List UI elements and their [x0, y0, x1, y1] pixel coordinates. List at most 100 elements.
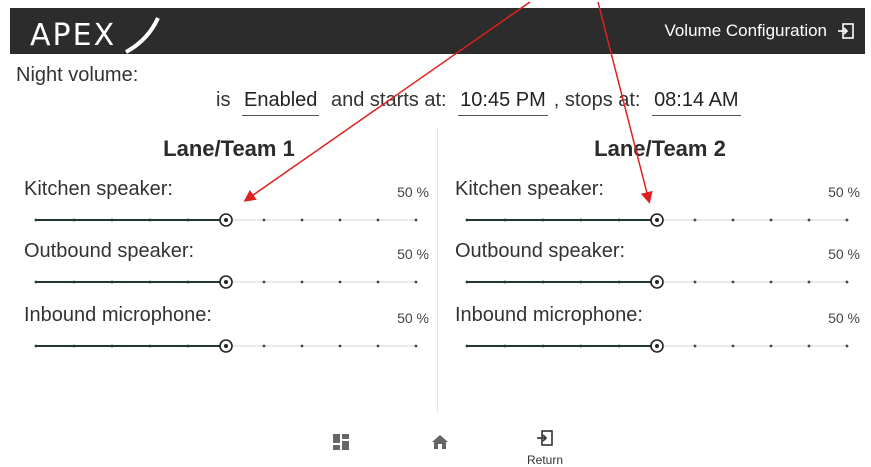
volume-percent: 50 %	[828, 246, 860, 262]
slider-tick	[186, 344, 190, 348]
slider-tick	[617, 218, 621, 222]
slider-tick	[541, 344, 545, 348]
slider-tick	[72, 218, 76, 222]
slider-tick	[769, 218, 773, 222]
stop-time-field[interactable]: 08:14 AM	[652, 89, 741, 116]
slider-tick	[541, 280, 545, 284]
slider-tick	[769, 280, 773, 284]
slider-tick	[845, 280, 849, 284]
logo-text: APEX	[30, 18, 116, 53]
night-volume-state-select[interactable]: Enabled	[242, 89, 320, 116]
lane-title: Lane/Team 2	[594, 136, 726, 161]
slider-tick	[338, 344, 342, 348]
slider-tick	[845, 218, 849, 222]
home-icon[interactable]	[431, 433, 449, 456]
slider-tick	[338, 218, 342, 222]
slider-tick	[376, 218, 380, 222]
slider-tick	[414, 280, 418, 284]
slider-tick	[465, 280, 469, 284]
slider-thumb-center	[224, 344, 228, 348]
volume-slider[interactable]	[32, 212, 420, 228]
slider-tick	[262, 280, 266, 284]
starts-at-label: and starts at:	[330, 89, 447, 111]
slider-thumb-center	[224, 218, 228, 222]
stops-at-label: , stops at:	[553, 89, 641, 111]
slider-tick	[807, 344, 811, 348]
inbound-microphone-control: Inbound microphone: 50 %	[24, 304, 429, 364]
start-time-field[interactable]: 10:45 PM	[458, 89, 548, 116]
slider-tick	[34, 280, 38, 284]
slider-tick	[503, 218, 507, 222]
slider-tick	[110, 344, 114, 348]
slider-tick	[693, 344, 697, 348]
control-label: Inbound microphone:	[24, 304, 212, 326]
volume-percent: 50 %	[397, 184, 429, 200]
control-label: Outbound speaker:	[455, 240, 626, 262]
slider-thumb-center	[655, 280, 659, 284]
slider-tick	[414, 344, 418, 348]
page-title: Volume Configuration	[664, 21, 827, 40]
slider-tick	[693, 218, 697, 222]
slider-tick	[72, 280, 76, 284]
slider-tick	[148, 218, 152, 222]
inbound-microphone-control: Inbound microphone: 50 %	[455, 304, 860, 364]
volume-slider[interactable]	[463, 274, 851, 290]
control-label: Kitchen speaker:	[24, 178, 173, 200]
night-volume-settings: is Enabled and starts at: 10:45 PM, stop…	[216, 89, 747, 116]
volume-percent: 50 %	[397, 246, 429, 262]
slider-tick	[465, 218, 469, 222]
slider-tick	[300, 280, 304, 284]
slider-tick	[503, 344, 507, 348]
slider-tick	[262, 344, 266, 348]
slider-tick	[807, 280, 811, 284]
slider-tick	[845, 344, 849, 348]
slider-tick	[376, 280, 380, 284]
return-button[interactable]: Return	[520, 429, 570, 467]
logout-icon[interactable]	[837, 22, 855, 40]
slider-tick	[186, 218, 190, 222]
volume-slider[interactable]	[463, 212, 851, 228]
slider-tick	[807, 218, 811, 222]
dashboard-icon[interactable]	[332, 433, 350, 456]
night-volume-prefix: is	[216, 89, 231, 111]
slider-tick	[300, 218, 304, 222]
control-label: Kitchen speaker:	[455, 178, 604, 200]
slider-tick	[731, 218, 735, 222]
outbound-speaker-control: Outbound speaker: 50 %	[455, 240, 860, 300]
slider-thumb-center	[655, 218, 659, 222]
slider-tick	[110, 280, 114, 284]
slider-tick	[579, 280, 583, 284]
slider-tick	[579, 218, 583, 222]
slider-tick	[414, 218, 418, 222]
slider-tick	[34, 218, 38, 222]
slider-tick	[110, 218, 114, 222]
control-label: Inbound microphone:	[455, 304, 643, 326]
slider-tick	[376, 344, 380, 348]
slider-tick	[148, 344, 152, 348]
volume-percent: 50 %	[828, 310, 860, 326]
slider-tick	[338, 280, 342, 284]
return-icon	[536, 430, 554, 451]
app-header: APEX Volume Configuration	[10, 8, 865, 54]
night-volume-label: Night volume:	[16, 64, 139, 86]
slider-thumb-center	[655, 344, 659, 348]
volume-slider[interactable]	[32, 274, 420, 290]
slider-tick	[731, 280, 735, 284]
slider-tick	[465, 344, 469, 348]
slider-thumb-center	[224, 280, 228, 284]
slider-tick	[503, 280, 507, 284]
volume-slider[interactable]	[32, 338, 420, 354]
slider-tick	[148, 280, 152, 284]
slider-tick	[262, 218, 266, 222]
volume-slider[interactable]	[463, 338, 851, 354]
slider-tick	[617, 344, 621, 348]
slider-tick	[300, 344, 304, 348]
volume-percent: 50 %	[397, 310, 429, 326]
apex-logo: APEX	[26, 12, 176, 54]
control-label: Outbound speaker:	[24, 240, 195, 262]
slider-tick	[617, 280, 621, 284]
slider-tick	[769, 344, 773, 348]
slider-tick	[541, 218, 545, 222]
kitchen-speaker-control: Kitchen speaker: 50 %	[24, 178, 429, 238]
kitchen-speaker-control: Kitchen speaker: 50 %	[455, 178, 860, 238]
